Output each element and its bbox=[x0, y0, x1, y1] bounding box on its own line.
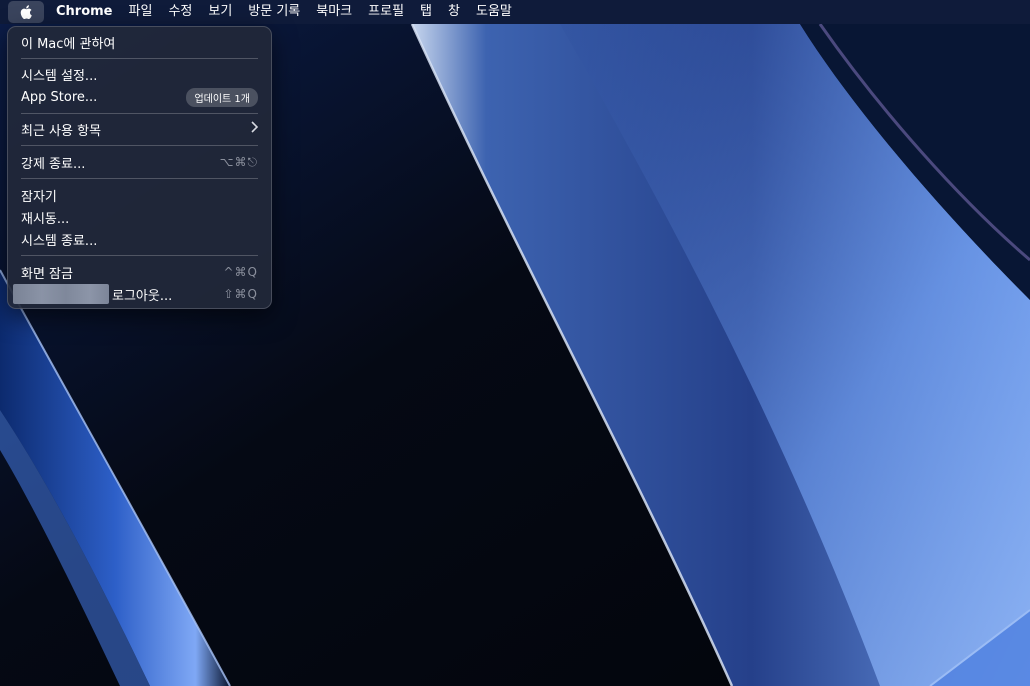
menu-item-app-store[interactable]: App Store... 업데이트 1개 bbox=[8, 86, 271, 108]
menubar-tab[interactable]: 탭 bbox=[412, 0, 440, 24]
menu-item-lock-screen[interactable]: 화면 잠금 ^⌘Q bbox=[8, 261, 271, 283]
apple-logo-icon bbox=[19, 4, 34, 20]
menubar-app-name[interactable]: Chrome bbox=[48, 0, 121, 24]
update-count-badge: 업데이트 1개 bbox=[186, 87, 258, 107]
menu-item-system-settings[interactable]: 시스템 설정... bbox=[8, 63, 271, 85]
menubar-bookmarks[interactable]: 북마크 bbox=[308, 0, 360, 24]
menu-item-label: App Store... bbox=[21, 89, 98, 105]
menubar-help[interactable]: 도움말 bbox=[468, 0, 520, 24]
menu-separator bbox=[21, 178, 258, 179]
menu-item-about-this-mac[interactable]: 이 Mac에 관하여 bbox=[8, 31, 271, 53]
menu-separator bbox=[21, 58, 258, 59]
menubar-edit[interactable]: 수정 bbox=[160, 0, 200, 24]
menubar-view[interactable]: 보기 bbox=[200, 0, 240, 24]
chevron-right-icon bbox=[250, 121, 259, 137]
menu-item-sleep[interactable]: 잠자기 bbox=[8, 184, 271, 206]
logout-shortcut: ⇧⌘Q bbox=[223, 287, 258, 301]
apple-menu-button[interactable] bbox=[8, 1, 44, 23]
menu-item-shutdown[interactable]: 시스템 종료... bbox=[8, 228, 271, 250]
menu-item-label: 시스템 종료... bbox=[21, 233, 98, 249]
menu-item-label: 재시동... bbox=[21, 211, 70, 227]
menu-item-label: 시스템 설정... bbox=[21, 68, 98, 84]
menu-item-recent-items[interactable]: 최근 사용 항목 bbox=[8, 118, 271, 140]
menu-item-restart[interactable]: 재시동... bbox=[8, 206, 271, 228]
menu-separator bbox=[21, 145, 258, 146]
menu-item-label: 최근 사용 항목 bbox=[21, 123, 102, 139]
menu-item-label: 잠자기 bbox=[21, 189, 57, 205]
menu-separator bbox=[21, 255, 258, 256]
menu-item-label: 강제 종료... bbox=[21, 156, 86, 172]
redacted-username bbox=[13, 284, 109, 304]
menu-bar: Chrome 파일 수정 보기 방문 기록 북마크 프로필 탭 창 도움말 bbox=[0, 0, 1030, 24]
menu-item-logout[interactable]: 로그아웃... ⇧⌘Q bbox=[8, 283, 271, 305]
lock-screen-shortcut: ^⌘Q bbox=[223, 265, 258, 279]
menu-item-force-quit[interactable]: 강제 종료... ⌥⌘⎋ bbox=[8, 151, 271, 173]
force-quit-shortcut: ⌥⌘⎋ bbox=[219, 154, 258, 169]
menubar-profiles[interactable]: 프로필 bbox=[360, 0, 412, 24]
apple-menu-dropdown: 이 Mac에 관하여 시스템 설정... App Store... 업데이트 1… bbox=[7, 26, 272, 309]
menubar-window[interactable]: 창 bbox=[440, 0, 468, 24]
menu-item-label: 로그아웃... bbox=[112, 288, 173, 304]
menubar-history[interactable]: 방문 기록 bbox=[240, 0, 308, 24]
menu-item-label: 이 Mac에 관하여 bbox=[21, 36, 116, 52]
menu-item-label: 화면 잠금 bbox=[21, 266, 73, 282]
menubar-file[interactable]: 파일 bbox=[121, 0, 161, 24]
menu-separator bbox=[21, 113, 258, 114]
